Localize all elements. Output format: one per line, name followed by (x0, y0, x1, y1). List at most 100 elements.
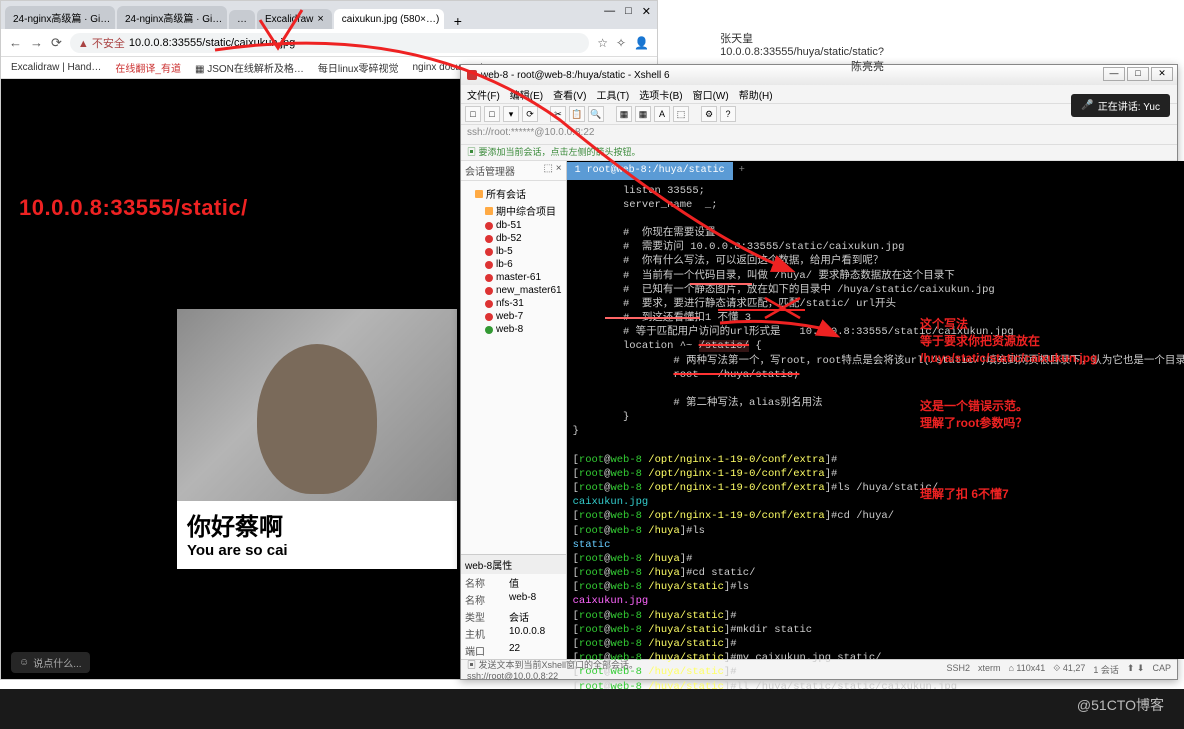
session-tree: 所有会话 期中综合项目 db-51 db-52 lb-5 lb-6 master… (461, 181, 566, 554)
star-icon[interactable]: ☆ (597, 36, 608, 50)
toolbar-button[interactable]: 🔍 (588, 106, 604, 122)
host-icon (485, 300, 493, 308)
tab-label: … (237, 14, 247, 25)
host-icon (485, 235, 493, 243)
menu-window[interactable]: 窗口(W) (693, 87, 729, 102)
tab-1[interactable]: 24-nginx高级篇 · Gi… × (117, 6, 227, 29)
sidebar-header: 会话管理器⬚ × (461, 161, 566, 181)
new-tab-button[interactable]: + (446, 13, 470, 29)
host-icon (485, 222, 493, 230)
bookmark[interactable]: Excalidraw | Hand… (11, 62, 101, 73)
toolbar: □□▾⟳✂📋🔍▦▦A⬚⚙? (461, 103, 1177, 125)
maximize-icon[interactable]: □ (1127, 67, 1149, 81)
toolbar-button[interactable]: □ (484, 106, 500, 122)
extensions-icon[interactable]: ✧ (616, 36, 626, 50)
close-icon[interactable]: ✕ (1151, 67, 1173, 81)
prop-header: 名称值 (461, 574, 566, 591)
toolbar-button[interactable]: ▦ (616, 106, 632, 122)
tab-label: Excalidraw (265, 14, 313, 25)
mic-icon: 🎤 (1081, 100, 1093, 111)
watermark: @51CTO博客 (1077, 695, 1164, 715)
tab-2[interactable]: … (229, 10, 255, 29)
host-icon (485, 261, 493, 269)
sidebar-close-icon[interactable]: ⬚ × (544, 163, 562, 178)
profile-icon[interactable]: 👤 (634, 36, 649, 50)
tree-item[interactable]: web-8 (465, 323, 562, 336)
toolbar-button[interactable]: ? (720, 106, 736, 122)
tab-label: 24-nginx高级篇 · Gi… (125, 10, 222, 25)
folder-icon (475, 190, 483, 198)
terminal-tabs: 1 root@web-8:/huya/static+ (567, 161, 1184, 180)
terminal-tab[interactable]: 1 root@web-8:/huya/static (567, 162, 733, 180)
add-tab-icon[interactable]: + (733, 161, 751, 179)
bookmark[interactable]: 在线翻译_有道 (115, 60, 181, 75)
menu-file[interactable]: 文件(F) (467, 87, 500, 102)
toolbar-button[interactable]: ⟳ (522, 106, 538, 122)
menu-tools[interactable]: 工具(T) (596, 87, 629, 102)
close-icon[interactable]: ✕ (642, 5, 651, 18)
tab-label: caixukun.jpg (580×…) (342, 14, 440, 25)
annotation-note-2: 这是一个错误示范。 理解了root参数吗？ (920, 398, 1028, 432)
tab-4-active[interactable]: caixukun.jpg (580×…)× (334, 9, 444, 29)
tree-item[interactable]: nfs-31 (465, 297, 562, 310)
tree-item[interactable]: new_master61 (465, 284, 562, 297)
bookmark[interactable]: ▦ JSON在线解析及格… (195, 60, 304, 75)
tree-item[interactable]: lb-6 (465, 258, 562, 271)
tree-item[interactable]: 期中综合项目 (465, 202, 562, 219)
maximize-icon[interactable]: □ (625, 5, 632, 18)
meme-caption: 你好蔡啊 You are so cai (177, 501, 457, 569)
annotation-note-3: 理解了扣 6不懂7 (920, 486, 1009, 503)
toolbar-button[interactable]: ▦ (635, 106, 651, 122)
toolbar-button[interactable]: ⚙ (701, 106, 717, 122)
top-note-2: 陈亮亮 (851, 58, 884, 74)
toolbar-icons: ☆ ✧ 👤 (597, 36, 649, 50)
tree-item[interactable]: web-7 (465, 310, 562, 323)
chat-placeholder: 说点什么... (33, 655, 81, 670)
annotation-note-1: 这个写法 等于要求你把资源放在 /huya/static/static/caix… (920, 316, 1097, 366)
toolbar-button[interactable]: □ (465, 106, 481, 122)
tab-0[interactable]: 24-nginx高级篇 · Gi…× (5, 6, 115, 29)
ssh-url: ssh://root:******@10.0.0.8:22 (467, 127, 594, 138)
toolbar-button[interactable]: ▾ (503, 106, 519, 122)
address-bar[interactable]: ▲ 不安全 10.0.0.8:33555/static/caixukun.jpg (70, 33, 589, 53)
tree-item[interactable]: lb-5 (465, 245, 562, 258)
tab-3[interactable]: Excalidraw × (257, 9, 332, 29)
bookmark[interactable]: 每日linux零碎视觉 (318, 60, 399, 75)
tree-root[interactable]: 所有会话 (465, 185, 562, 202)
hint-bar: ▣ 要添加当前会话，点击左侧的箭头按钮。 (461, 145, 1177, 161)
host-icon (485, 248, 493, 256)
meme-caption-cn: 你好蔡啊 (187, 507, 447, 542)
annotation-url-label: 10.0.0.8:33555/static/ (19, 195, 248, 221)
menu-edit[interactable]: 编辑(E) (510, 87, 543, 102)
app-icon (467, 70, 477, 80)
close-icon[interactable]: × (317, 13, 323, 25)
toolbar-button[interactable]: 📋 (569, 106, 585, 122)
ssh-input[interactable]: ssh://root:******@10.0.0.8:22 (461, 125, 1177, 145)
terminal[interactable]: 1 root@web-8:/huya/static+ listen 33555;… (567, 161, 1184, 659)
meme-caption-en: You are so cai (187, 542, 447, 559)
minimize-icon[interactable]: — (604, 5, 615, 18)
tree-item[interactable]: master-61 (465, 271, 562, 284)
toolbar-button[interactable]: ⬚ (673, 106, 689, 122)
close-icon[interactable]: × (226, 12, 227, 24)
reload-button[interactable]: ⟳ (51, 35, 62, 51)
tree-item[interactable]: db-51 (465, 219, 562, 232)
back-button[interactable]: ← (9, 35, 22, 50)
browser-tab-strip: 24-nginx高级篇 · Gi…× 24-nginx高级篇 · Gi…× … … (1, 1, 657, 29)
chat-input[interactable]: ☺ 说点什么... (11, 652, 90, 673)
image-content: 你好蔡啊 You are so cai (177, 309, 457, 569)
xshell-titlebar[interactable]: web-8 - root@web-8:/huya/static - Xshell… (461, 65, 1177, 85)
close-icon[interactable]: × (114, 12, 115, 24)
minimize-icon[interactable]: — (1103, 67, 1125, 81)
prop-row: 类型会话 (461, 608, 566, 625)
forward-button[interactable]: → (30, 35, 43, 50)
tree-item[interactable]: db-52 (465, 232, 562, 245)
toolbar-button[interactable]: A (654, 106, 670, 122)
menu-tabs[interactable]: 选项卡(B) (639, 87, 682, 102)
menu-help[interactable]: 帮助(H) (739, 87, 773, 102)
menu-view[interactable]: 查看(V) (553, 87, 586, 102)
toolbar-button[interactable]: ✂ (550, 106, 566, 122)
window-title: web-8 - root@web-8:/huya/static - Xshell… (481, 70, 670, 81)
window-controls: — □ ✕ (604, 5, 651, 18)
host-icon (485, 287, 493, 295)
